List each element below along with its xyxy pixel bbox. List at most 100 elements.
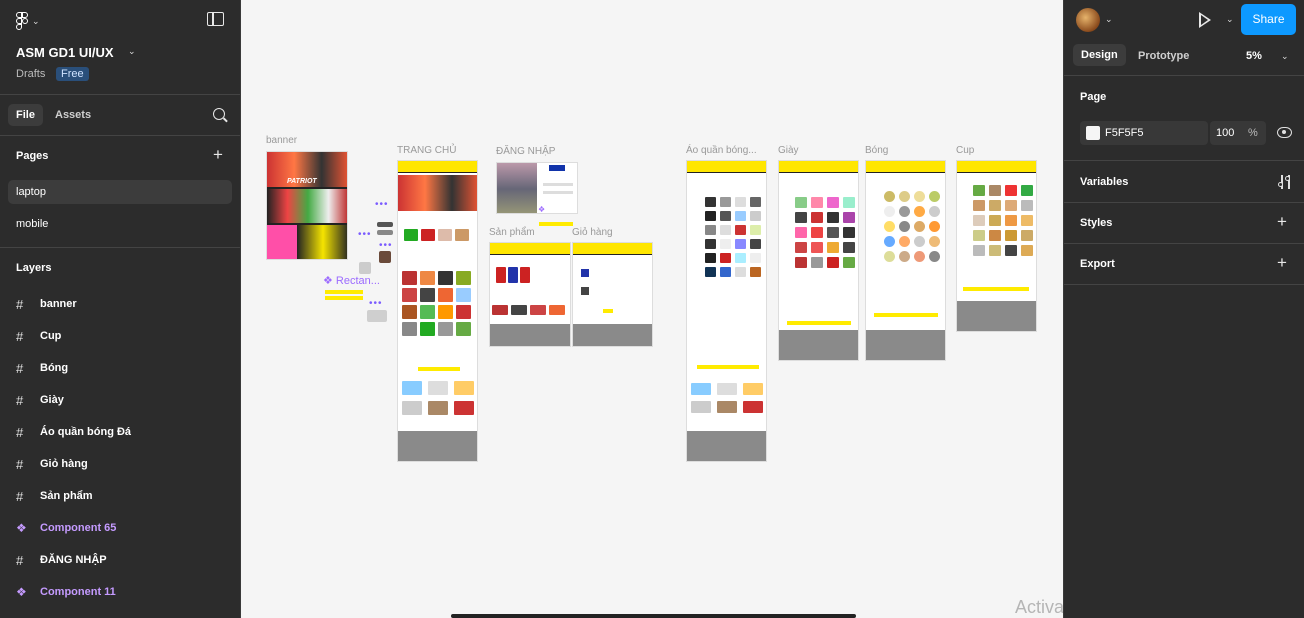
view-more-button	[787, 321, 851, 325]
component-handle[interactable]: •••	[358, 229, 372, 240]
component-thumb[interactable]	[377, 230, 393, 235]
frame-label-cup[interactable]: Cup	[956, 145, 974, 156]
product-frame[interactable]	[489, 242, 571, 347]
component-thumb[interactable]	[359, 262, 371, 274]
component-handle[interactable]: •••	[375, 199, 389, 210]
component-thumb[interactable]	[367, 310, 387, 322]
frame-label-product[interactable]: Sản phẩm	[489, 227, 535, 238]
component-button[interactable]	[325, 290, 363, 294]
component-handle[interactable]: •••	[369, 298, 383, 309]
toggle-sidebar-icon[interactable]	[207, 12, 224, 26]
layer-label: Giỏ hàng	[40, 458, 88, 470]
main-menu-button[interactable]: ⌄	[16, 12, 40, 30]
chevron-down-icon[interactable]: ⌄	[1105, 14, 1113, 25]
frame-label-banner[interactable]: banner	[266, 135, 297, 146]
zoom-level[interactable]: 5%	[1246, 50, 1262, 62]
share-button[interactable]: Share	[1241, 4, 1296, 35]
variables-icon[interactable]	[1278, 175, 1292, 189]
divider	[0, 247, 240, 248]
layer-item[interactable]: # Áo quần bóng Đá	[16, 422, 131, 442]
layer-item[interactable]: # Giày	[16, 390, 64, 410]
component-name: Rectan...	[335, 275, 380, 287]
banner-image	[267, 189, 347, 223]
home-frame[interactable]	[397, 160, 478, 462]
divider	[1064, 202, 1304, 203]
add-export-icon[interactable]: +	[1277, 254, 1287, 271]
frame-footer	[866, 330, 945, 360]
chevron-down-icon[interactable]: ⌄	[128, 46, 136, 57]
layer-item[interactable]: # Cup	[16, 326, 61, 346]
properties-panel: ⌄ ⌄ Share Design Prototype 5% ⌄ Page F5F…	[1063, 0, 1304, 618]
component-icon: ❖	[323, 275, 336, 287]
present-icon[interactable]	[1199, 12, 1211, 28]
jersey-frame[interactable]	[686, 160, 767, 462]
component-button[interactable]	[325, 296, 363, 300]
fill-hex-value[interactable]: F5F5F5	[1105, 127, 1144, 139]
login-button[interactable]	[539, 222, 573, 226]
horizontal-scrollbar[interactable]	[451, 614, 856, 618]
frame-label-home[interactable]: TRANG CHỦ	[397, 145, 456, 156]
tab-assets[interactable]: Assets	[55, 109, 91, 121]
layer-item[interactable]: ❖ Component 11	[16, 582, 116, 602]
layer-item[interactable]: ❖ Component 65	[16, 518, 116, 538]
eye-icon[interactable]	[1277, 127, 1292, 138]
frame-icon: #	[16, 456, 24, 472]
component-handle[interactable]: •••	[379, 240, 393, 251]
login-field	[543, 183, 573, 186]
page-item-mobile[interactable]: mobile	[8, 212, 232, 236]
frame-header	[573, 243, 652, 255]
layer-label: banner	[40, 298, 77, 310]
export-section[interactable]: Export	[1080, 258, 1115, 270]
file-name[interactable]: ASM GD1 UI/UX	[16, 45, 114, 60]
layer-label: Sản phẩm	[40, 490, 93, 502]
frame-label-jersey[interactable]: Áo quần bóng...	[686, 145, 757, 156]
frame-footer	[687, 431, 766, 461]
login-frame[interactable]	[496, 162, 578, 214]
balls-frame[interactable]	[865, 160, 946, 361]
login-logo	[549, 165, 565, 171]
page-item-laptop[interactable]: laptop	[8, 180, 232, 204]
layer-item[interactable]: # Bóng	[16, 358, 68, 378]
color-swatch[interactable]	[1086, 126, 1100, 140]
tab-design[interactable]: Design	[1073, 44, 1126, 66]
cart-frame[interactable]	[572, 242, 653, 347]
activation-watermark: Activate Windows	[1015, 597, 1063, 617]
opacity-value[interactable]: 100	[1216, 127, 1234, 139]
avatar[interactable]	[1076, 8, 1100, 32]
tab-file[interactable]: File	[8, 104, 43, 126]
component-thumb[interactable]	[379, 251, 391, 263]
layer-label: Giày	[40, 394, 64, 406]
layer-item[interactable]: # Sản phẩm	[16, 486, 93, 506]
news-grid	[691, 383, 763, 413]
component-label[interactable]: ❖ Rectan...	[323, 274, 380, 287]
layer-item[interactable]: # ĐĂNG NHẬP	[16, 550, 107, 570]
search-icon[interactable]	[213, 108, 225, 120]
cup-frame[interactable]	[956, 160, 1037, 332]
layer-item[interactable]: # Giỏ hàng	[16, 454, 88, 474]
frame-label-balls[interactable]: Bóng	[865, 145, 888, 156]
tab-prototype[interactable]: Prototype	[1138, 50, 1189, 62]
frame-icon: #	[16, 424, 24, 440]
frame-label-cart[interactable]: Giỏ hàng	[572, 227, 613, 238]
frame-label-shoes[interactable]: Giày	[778, 145, 799, 156]
divider	[1064, 75, 1304, 76]
frame-label-login[interactable]: ĐĂNG NHẬP	[496, 146, 555, 157]
chevron-down-icon[interactable]: ⌄	[1281, 51, 1289, 62]
login-field	[543, 191, 573, 194]
banner-frame[interactable]: PATRIOT	[266, 151, 348, 260]
add-style-icon[interactable]: +	[1277, 213, 1287, 230]
variables-section[interactable]: Variables	[1080, 176, 1128, 188]
chevron-down-icon[interactable]: ⌄	[1226, 14, 1234, 25]
news-grid	[402, 381, 474, 415]
chevron-down-icon: ⌄	[32, 15, 40, 26]
design-canvas[interactable]: banner PATRIOT ••• ••• ••• ❖ Rectan... •…	[241, 0, 1063, 618]
shoes-frame[interactable]	[778, 160, 859, 361]
frame-header	[957, 161, 1036, 173]
frame-header	[490, 243, 570, 255]
view-more-button	[418, 367, 460, 371]
component-thumb[interactable]	[377, 222, 393, 227]
styles-section[interactable]: Styles	[1080, 217, 1112, 229]
add-page-icon[interactable]: +	[213, 146, 223, 163]
file-location[interactable]: Drafts	[16, 68, 45, 80]
layer-item[interactable]: # banner	[16, 294, 77, 314]
